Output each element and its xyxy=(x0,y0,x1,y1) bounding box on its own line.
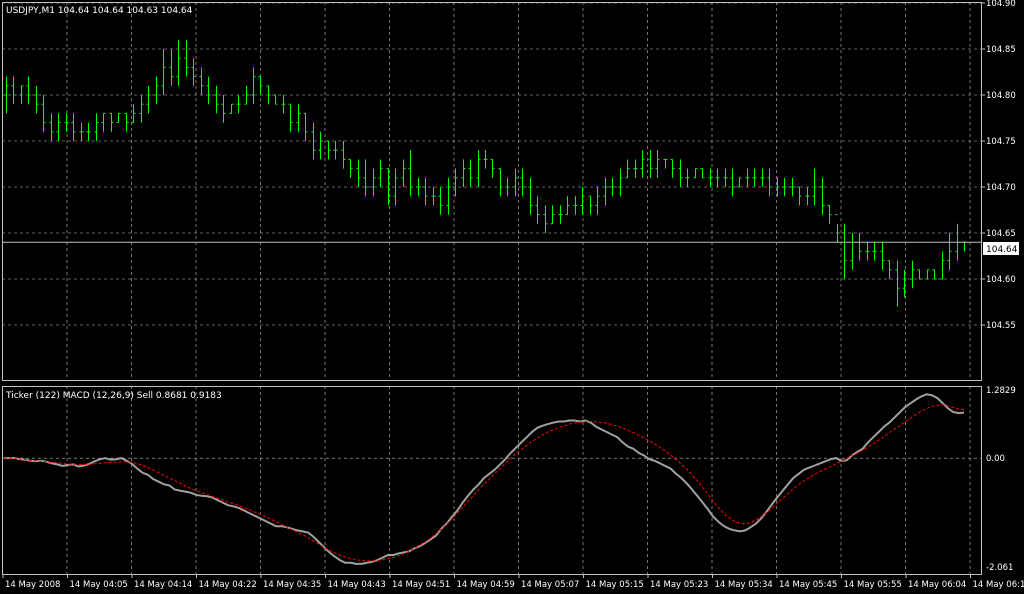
x-tick-label: 14 May 05:23 xyxy=(650,580,708,590)
y-tick-label: 104.80 xyxy=(986,91,1016,101)
x-tick-label: 14 May 04:59 xyxy=(457,580,515,590)
macd-y-tick-label: 0.00 xyxy=(986,454,1005,464)
y-tick-label: 104.65 xyxy=(986,229,1016,239)
x-tick-label: 14 May 04:14 xyxy=(134,580,192,590)
x-tick-label: 14 May 04:51 xyxy=(392,580,450,590)
x-tick-label: 14 May 05:55 xyxy=(844,580,902,590)
macd-y-tick-label: -2.061 xyxy=(986,563,1013,573)
x-tick-label: 14 May 04:43 xyxy=(328,580,386,590)
x-tick-label: 14 May 05:45 xyxy=(779,580,837,590)
main-chart-title: USDJPY,M1 104.64 104.64 104.63 104.64 xyxy=(6,6,193,16)
macd-indicator-title: Ticker (122) MACD (12,26,9) Sell 0.8681 … xyxy=(5,391,222,401)
current-price-label: 104.64 xyxy=(986,245,1018,255)
x-tick-label: 14 May 04:22 xyxy=(199,580,257,590)
x-tick-label: 14 May 04:35 xyxy=(263,580,321,590)
y-tick-label: 104.70 xyxy=(986,183,1016,193)
x-tick-label: 14 May 04:05 xyxy=(70,580,128,590)
x-tick-label: 14 May 06:13 xyxy=(973,580,1024,590)
x-tick-label: 14 May 05:07 xyxy=(521,580,579,590)
x-tick-label: 14 May 05:15 xyxy=(586,580,644,590)
x-tick-label: 14 May 2008 xyxy=(5,580,60,590)
y-tick-label: 104.75 xyxy=(986,137,1016,147)
x-tick-label: 14 May 06:04 xyxy=(908,580,966,590)
trading-chart[interactable]: 104.90 104.85 104.80 104.75 104.70 104.65 104.… xyxy=(0,0,1024,594)
y-tick-label: 104.85 xyxy=(986,45,1016,55)
macd-y-tick-label: 1.2829 xyxy=(986,386,1016,396)
y-tick-label: 104.55 xyxy=(986,321,1016,331)
y-tick-label: 104.90 xyxy=(986,0,1016,9)
y-tick-label: 104.60 xyxy=(986,275,1016,285)
x-tick-label: 14 May 05:34 xyxy=(715,580,773,590)
chart-background xyxy=(0,0,1024,594)
